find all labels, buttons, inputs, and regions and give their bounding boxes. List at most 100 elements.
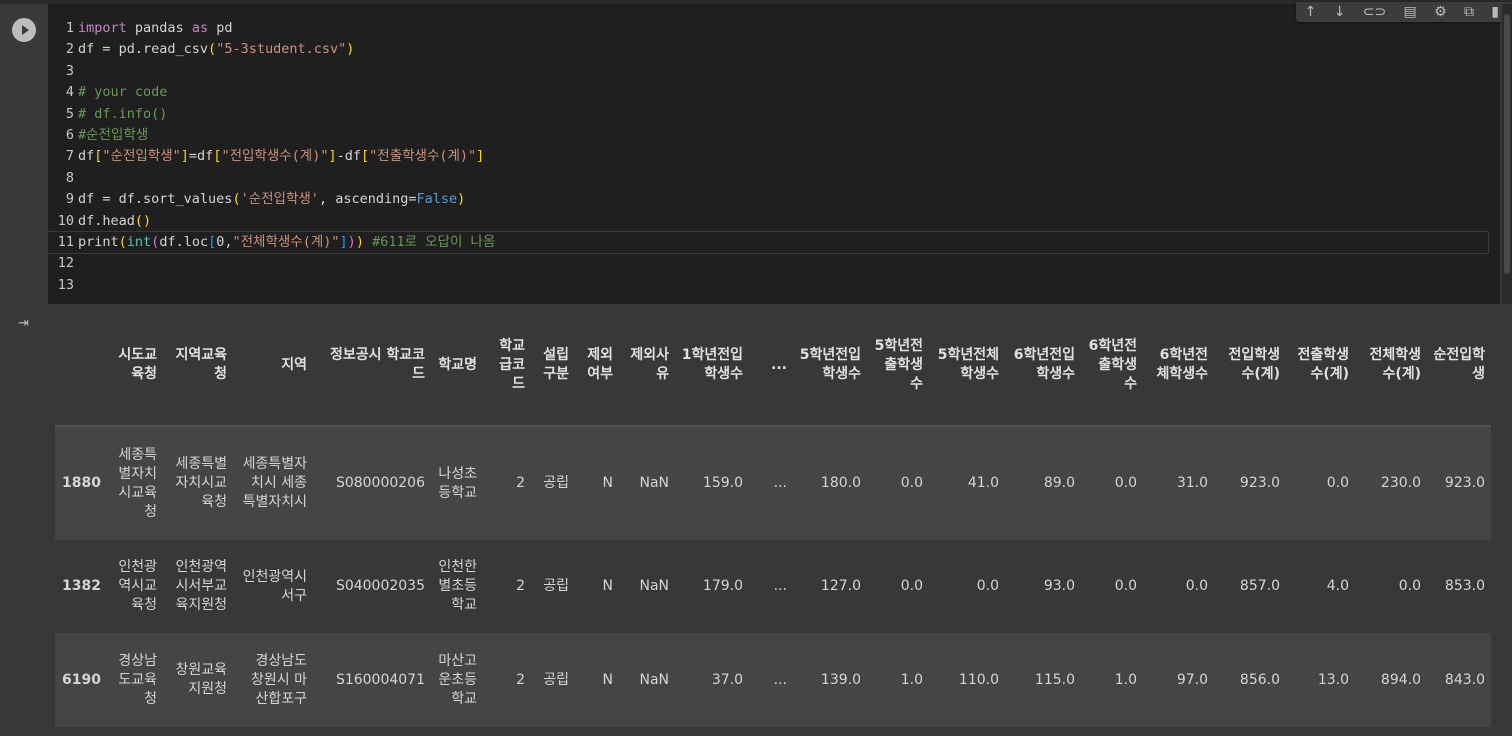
code-token: import [78, 20, 127, 36]
table-row: 1880 세종특별자치시교육청 세종특별자치시교육청 세종특별자치시 세종특별자치시 S… [55, 426, 1491, 540]
line-number: 8 [65, 169, 74, 186]
table-cell: 37.0 [711, 671, 743, 688]
code-editor[interactable]: 1 import pandas as pd 2 df = pd.read_csv("5… [47, 2, 1512, 304]
line-number: 6 [65, 126, 74, 143]
code-token: # df.info() [78, 105, 168, 122]
code-line[interactable]: 3 [48, 61, 1488, 82]
table-cell: 마산고운초등학교 [438, 652, 477, 707]
column-header: 시도교육청 [107, 305, 163, 426]
line-number: 12 [57, 255, 74, 272]
table-cell: 경상남도 창원시 마산합포구 [251, 652, 307, 707]
code-line[interactable]: 2 df = pd.read_csv("5-3student.csv") [48, 39, 1488, 60]
code-line[interactable]: 12 [48, 253, 1488, 274]
code-token: #순전입학생 [78, 126, 149, 143]
table-row: 1382 인천광역시교육청 인천광역시서부교육지원청 인천광역시 서구 S0400020… [55, 540, 1491, 633]
column-header [55, 305, 107, 426]
code-line[interactable]: 13 [48, 275, 1488, 296]
table-cell: N [602, 578, 613, 594]
table-cell: 0.0 [1185, 578, 1208, 594]
code-token: ( [232, 191, 241, 208]
column-header: 6학년전입학생수 [1005, 305, 1081, 426]
trash-icon[interactable]: ▮ [1491, 3, 1499, 21]
code-token: df [78, 148, 95, 165]
gear-icon[interactable]: ⚙ [1434, 3, 1447, 21]
code-token: ) [346, 41, 355, 58]
code-line[interactable]: 4 # your code [48, 82, 1488, 103]
code-line[interactable]: 7 df["순전입학생"]=df["전입학생수(계)"]-df["전출학생수(계)… [48, 146, 1488, 167]
table-cell: 4.0 [1326, 578, 1349, 594]
table-cell: 110.0 [958, 671, 999, 688]
table-cell: 0.0 [900, 475, 923, 491]
code-token: df.head [78, 212, 135, 229]
code-token: =df [188, 148, 214, 165]
code-line[interactable]: 9 df = df.sort_values('순전입학생', ascending=… [48, 189, 1488, 210]
column-header: 지역 [233, 305, 313, 426]
line-number: 13 [57, 276, 74, 293]
scrollbar-thumb[interactable] [1504, 14, 1510, 274]
code-token: ( [208, 41, 217, 58]
table-cell: S040002035 [335, 578, 425, 594]
table-cell: 0.0 [900, 578, 923, 594]
table-cell: 179.0 [702, 578, 743, 594]
cell-toolbar: ↑↓⊂⊃▤⚙⧉▮⋮ [1296, 2, 1512, 22]
code-line[interactable]: 6 #순전입학생 [48, 125, 1488, 146]
table-cell: 0.0 [1114, 475, 1137, 491]
line-number: 7 [65, 148, 74, 165]
column-header: 제외여부 [575, 305, 619, 426]
comment-icon[interactable]: ▤ [1404, 3, 1417, 21]
table-cell: 인천한별초등학교 [438, 559, 477, 613]
table-cell: 인천광역시교육청 [118, 559, 157, 613]
column-header: 5학년전입학생수 [793, 305, 867, 426]
code-line[interactable]: 5 # df.info() [48, 104, 1488, 125]
code-token: df = pd.read_csv [78, 41, 209, 58]
table-cell: 세종특별자치시교육청 [118, 446, 157, 520]
column-header: 학교급코드 [483, 305, 531, 426]
code-token: -df [336, 148, 361, 165]
table-cell: 180.0 [820, 475, 861, 491]
table-cell: 세종특별자치시 세종특별자치시 [242, 456, 307, 510]
code-token: print [78, 233, 119, 250]
code-token: ] [476, 148, 485, 165]
table-cell: NaN [639, 671, 669, 688]
table-cell: 115.0 [1034, 671, 1075, 688]
row-index: 1382 [62, 578, 101, 594]
table-cell: 2 [516, 578, 525, 594]
code-token: "전입학생수(계)" [221, 148, 329, 165]
row-index: 6190 [62, 671, 101, 688]
code-line[interactable]: 8 [48, 168, 1488, 189]
arrow-down-icon[interactable]: ↓ [1334, 3, 1346, 21]
column-header: 전체학생수(계) [1355, 305, 1427, 426]
code-token: "5-3student.csv" [216, 41, 347, 58]
column-header: 제외사유 [619, 305, 675, 426]
code-token: df.loc [159, 233, 209, 250]
output-icon[interactable]: ⇥ [18, 316, 32, 331]
line-number: 3 [65, 62, 74, 79]
code-line[interactable]: 1 import pandas as pd [48, 18, 1488, 39]
table-cell: S160004071 [335, 671, 425, 688]
line-number: 2 [65, 41, 74, 58]
arrow-up-icon[interactable]: ↑ [1305, 3, 1317, 21]
code-token: '순전입학생' [240, 191, 319, 208]
table-cell: 853.0 [1444, 578, 1485, 594]
code-token: ] [180, 148, 189, 165]
code-lines[interactable]: 1 import pandas as pd 2 df = pd.read_csv("5… [47, 18, 1489, 296]
scrollbar[interactable] [1502, 4, 1512, 304]
table-cell: 923.0 [1444, 475, 1485, 491]
mirror-cell-icon[interactable]: ⧉ [1464, 3, 1474, 21]
table-cell: 인천광역시 서구 [242, 568, 307, 604]
code-token: ] [328, 148, 337, 165]
table-cell: 0.0 [1326, 475, 1349, 491]
link-icon[interactable]: ⊂⊃ [1363, 3, 1386, 21]
table-cell: 41.0 [967, 475, 999, 491]
code-token: #611로 오답이 나옴 [363, 233, 496, 250]
code-line[interactable]: 11 print(int(df.loc[0,"전체학생수(계)"])) #611로… [47, 230, 1489, 255]
code-line[interactable]: 10 df.head() [48, 211, 1488, 232]
code-token: as [191, 20, 209, 36]
run-cell-button[interactable] [12, 18, 36, 42]
table-cell: 인천광역시서부교육지원청 [175, 559, 227, 613]
table-cell: 공립 [543, 475, 569, 491]
table-cell: ... [773, 475, 787, 491]
table-cell: 857.0 [1239, 578, 1280, 594]
code-token: [ [361, 148, 370, 165]
table-cell: 159.0 [702, 475, 743, 491]
